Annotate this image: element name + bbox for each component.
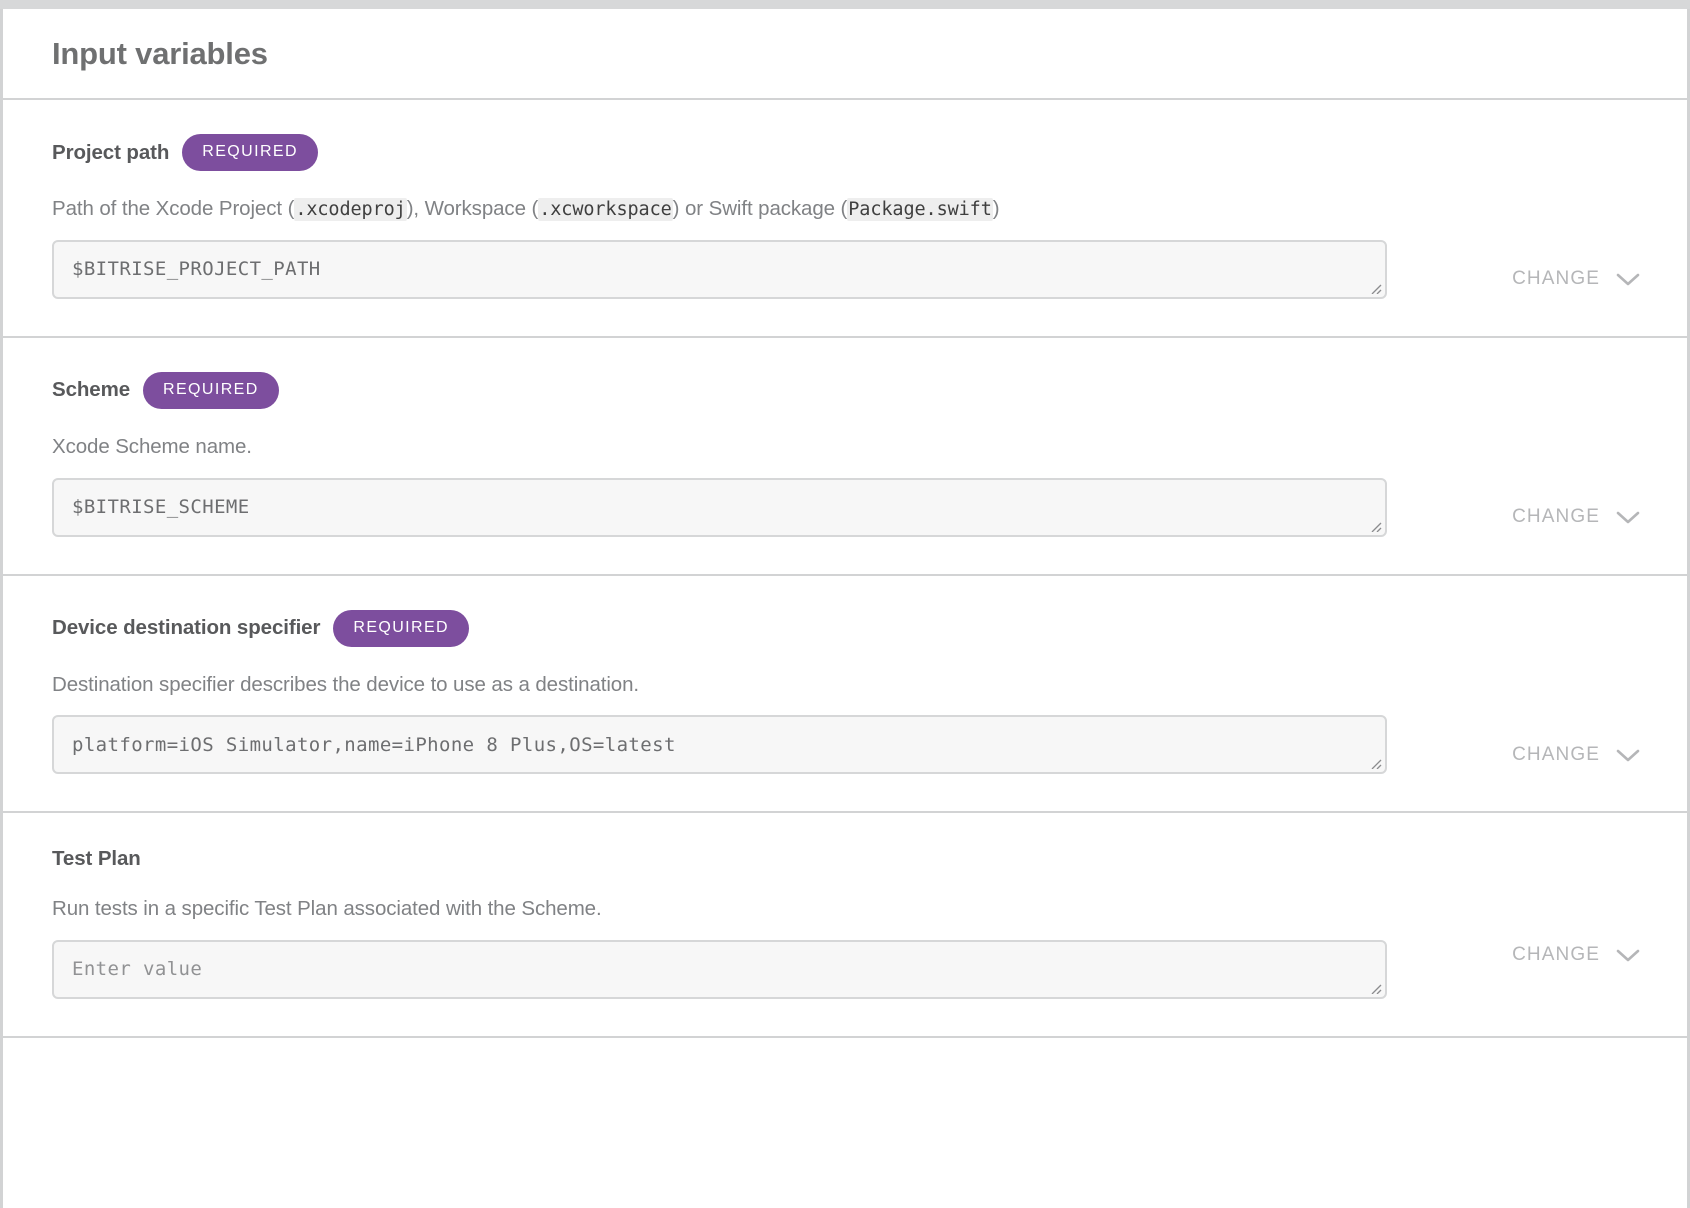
variable-row-device-destination-specifier: Device destination specifier REQUIRED De…	[3, 576, 1687, 814]
variable-row-project-path: Project path REQUIRED Path of the Xcode …	[3, 100, 1687, 338]
variable-body: Run tests in a specific Test Plan associ…	[52, 871, 1638, 1036]
variable-description: Xcode Scheme name.	[52, 434, 252, 458]
chevron-down-icon	[1616, 511, 1640, 524]
variable-row-scheme: Scheme REQUIRED Xcode Scheme name. $BITR…	[3, 338, 1687, 576]
variable-description: Destination specifier describes the devi…	[52, 672, 639, 696]
code-xcodeproj: .xcodeproj	[294, 198, 407, 221]
variable-label: Project path	[52, 140, 170, 164]
desc-text-6: )	[992, 197, 1000, 220]
code-package-swift: Package.swift	[847, 198, 993, 221]
variable-value-input[interactable]: Enter value	[52, 939, 1387, 999]
code-xcworkspace: .xcworkspace	[538, 198, 673, 221]
change-label: CHANGE	[1512, 268, 1600, 289]
desc-text-0: Path of the Xcode Project (	[52, 197, 295, 220]
card-header: Input variables	[3, 9, 1687, 100]
change-label: CHANGE	[1512, 505, 1600, 527]
input-variables-card: Input variables Project path REQUIRED Pa…	[0, 9, 1690, 1208]
resize-grip-icon	[1371, 522, 1382, 532]
change-label: CHANGE	[1512, 944, 1600, 966]
input-variables-panel: Input variables Project path REQUIRED Pa…	[0, 0, 1690, 1208]
variable-label: Device destination specifier	[52, 616, 321, 640]
variable-value-text: $BITRISE_PROJECT_PATH	[72, 258, 321, 281]
variable-label: Scheme	[52, 378, 131, 402]
variable-value-text: platform=iOS Simulator,name=iPhone 8 Plu…	[72, 733, 676, 756]
variable-value-input[interactable]: $BITRISE_SCHEME	[52, 477, 1387, 537]
desc-text-4: ) or Swift package (	[672, 197, 848, 220]
variable-value-input[interactable]: $BITRISE_PROJECT_PATH	[52, 239, 1387, 299]
change-label: CHANGE	[1512, 743, 1600, 765]
chevron-down-icon	[1616, 749, 1640, 761]
desc-text-2: ), Workspace (	[406, 197, 539, 220]
change-button-project-path[interactable]: CHANGE	[1512, 268, 1641, 290]
variable-row-test-plan: Test Plan Run tests in a specific Test P…	[3, 813, 1687, 1038]
variable-header: Device destination specifier REQUIRED	[52, 576, 1638, 647]
top-gray-band	[0, 0, 1690, 9]
chevron-down-icon	[1616, 950, 1640, 962]
variable-label: Test Plan	[52, 847, 141, 871]
change-button-device-destination-specifier[interactable]: CHANGE	[1512, 744, 1641, 766]
resize-grip-icon	[1371, 984, 1382, 994]
resize-grip-icon	[1371, 284, 1382, 294]
variable-description: Run tests in a specific Test Plan associ…	[52, 897, 602, 921]
variable-body: Destination specifier describes the devi…	[52, 647, 1638, 812]
change-button-scheme[interactable]: CHANGE	[1512, 506, 1641, 528]
page-title: Input variables	[52, 35, 268, 71]
variable-description: Path of the Xcode Project (.xcodeproj), …	[52, 195, 1302, 223]
variable-body: Path of the Xcode Project (.xcodeproj), …	[52, 171, 1638, 336]
variable-header: Project path REQUIRED	[52, 100, 1638, 171]
variable-value-text: $BITRISE_SCHEME	[72, 496, 250, 519]
variable-value-input[interactable]: platform=iOS Simulator,name=iPhone 8 Plu…	[52, 715, 1387, 775]
variable-value-placeholder: Enter value	[72, 958, 203, 981]
variable-header: Scheme REQUIRED	[52, 338, 1638, 409]
required-badge: REQUIRED	[182, 134, 318, 171]
change-button-test-plan[interactable]: CHANGE	[1512, 944, 1641, 966]
required-badge: REQUIRED	[143, 371, 279, 409]
chevron-down-icon	[1616, 273, 1640, 286]
resize-grip-icon	[1371, 759, 1382, 770]
variable-body: Xcode Scheme name. $BITRISE_SCHEME	[52, 409, 1638, 574]
required-badge: REQUIRED	[333, 609, 470, 647]
variable-header: Test Plan	[52, 813, 1638, 871]
